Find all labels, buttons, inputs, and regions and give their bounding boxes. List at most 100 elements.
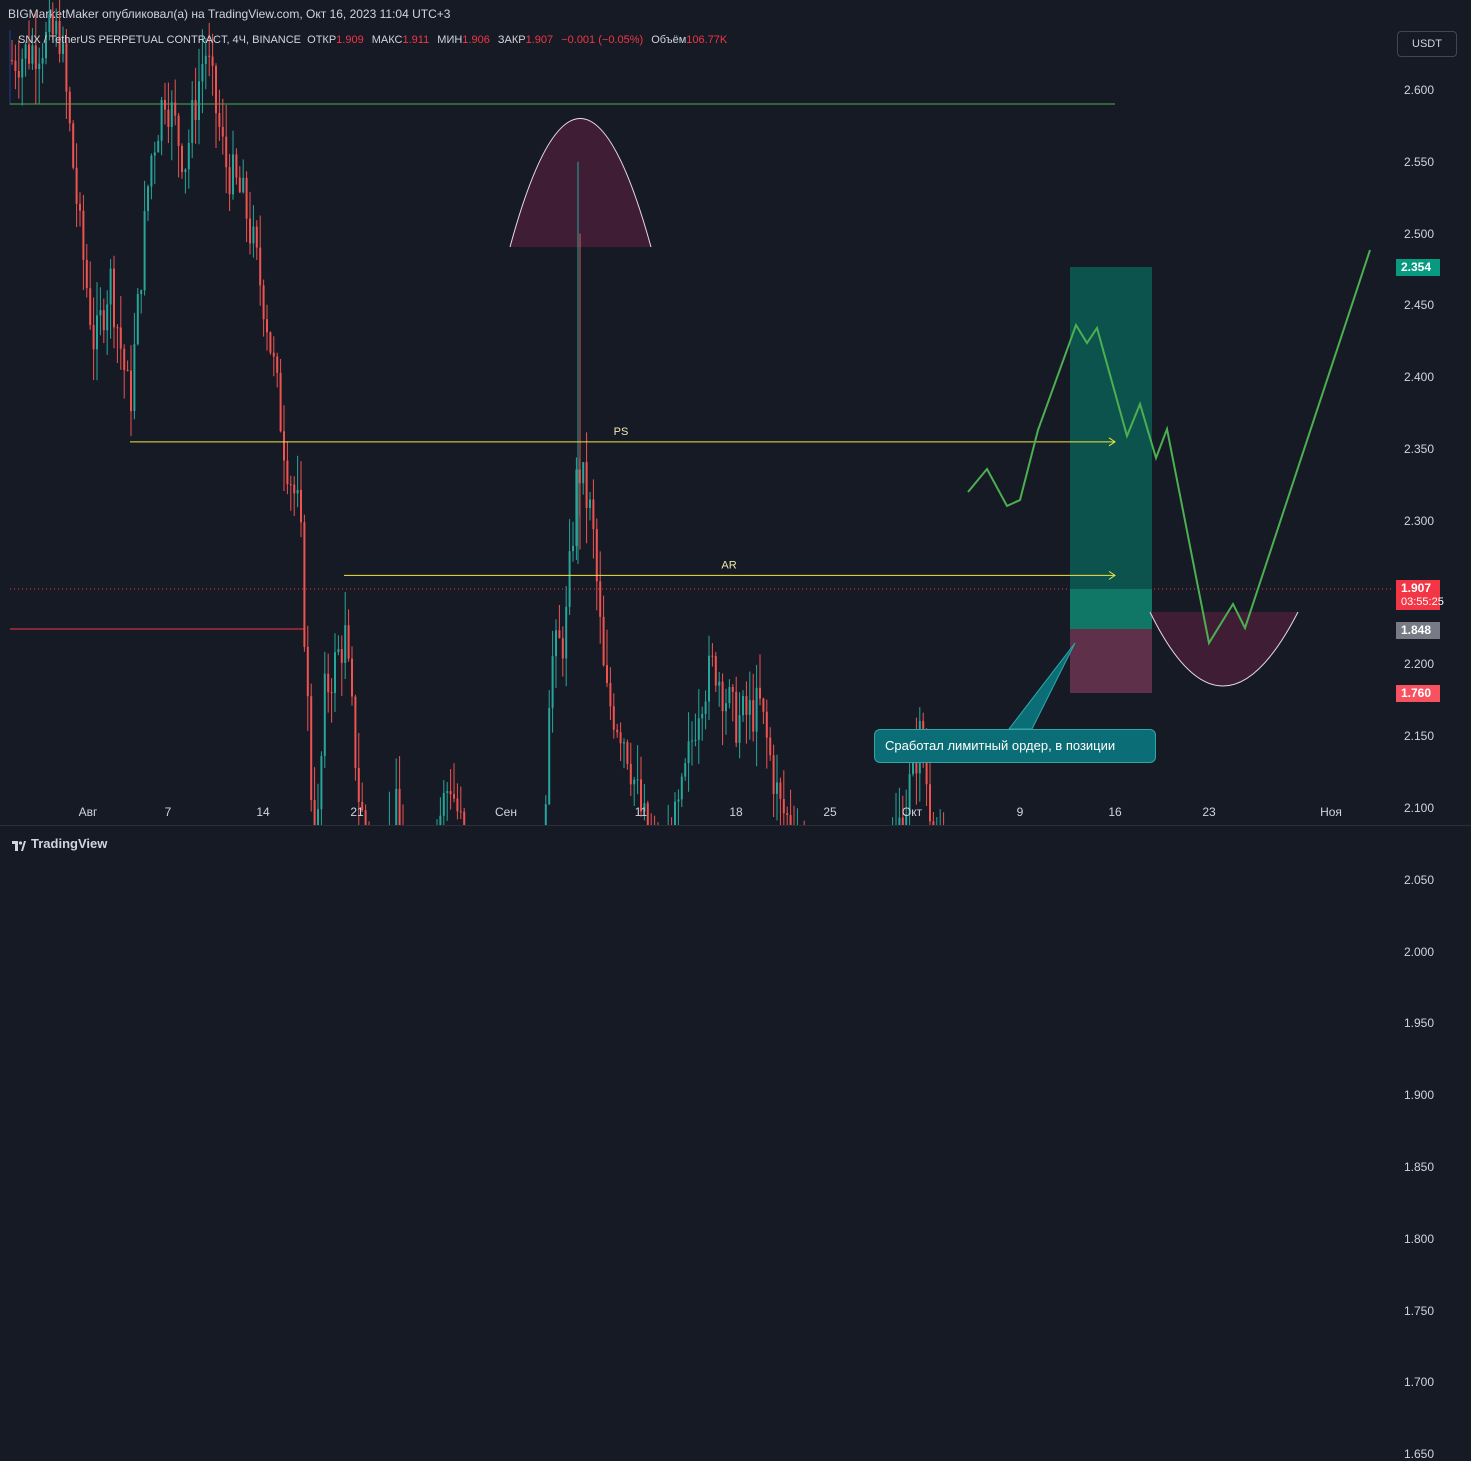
candle-body xyxy=(140,290,143,295)
candle-body xyxy=(14,60,17,71)
callout-note[interactable]: Сработал лимитный ордер, в позиции xyxy=(874,729,1156,763)
candle-body xyxy=(259,247,262,286)
tradingview-logo[interactable]: TradingView xyxy=(12,836,107,851)
candle-body xyxy=(334,652,336,694)
candle-body xyxy=(684,763,687,777)
candle-body xyxy=(177,115,180,146)
time-tick-label: Ноя xyxy=(1320,805,1342,819)
time-axis[interactable] xyxy=(0,800,1391,825)
candle-body xyxy=(694,739,697,741)
candle-body xyxy=(174,102,177,116)
candle-body xyxy=(136,294,139,345)
candle-body xyxy=(51,14,54,35)
candle-body xyxy=(616,729,619,733)
candle-body xyxy=(109,268,112,305)
candle-body xyxy=(242,177,245,193)
candle-body xyxy=(636,779,639,781)
candle-body xyxy=(245,177,248,219)
price-tick-label: 2.050 xyxy=(1404,872,1435,887)
candle-body xyxy=(453,794,455,799)
candle-body xyxy=(446,791,449,793)
candle-body xyxy=(119,327,122,349)
candle-body xyxy=(626,742,629,764)
time-tick-label: 25 xyxy=(823,805,837,819)
price-tick-label: 2.350 xyxy=(1404,442,1435,456)
candle-body xyxy=(147,186,149,212)
profit-zone xyxy=(1070,267,1152,629)
candle-body xyxy=(582,462,585,484)
current-price-value: 1.907 xyxy=(1401,581,1432,595)
candle-body xyxy=(742,696,744,716)
candle-body xyxy=(765,711,768,738)
candle-body xyxy=(82,210,85,260)
candle-body xyxy=(925,759,928,785)
volume-label: Объём xyxy=(651,34,687,46)
candle-body xyxy=(201,63,204,82)
candle-body xyxy=(568,551,571,607)
candle-body xyxy=(687,741,690,764)
price-chart[interactable]: PSARSTSTSC xyxy=(0,0,1471,861)
candle-body xyxy=(55,21,58,35)
current-price-tag: 1.907 03:55:25 xyxy=(1396,580,1444,610)
candle-body xyxy=(99,310,102,316)
candle-body xyxy=(102,310,105,331)
candle-body xyxy=(232,154,234,195)
entry-price-tag: 1.848 xyxy=(1396,622,1440,639)
candle-body xyxy=(303,522,306,647)
candle-body xyxy=(157,140,160,153)
currency-button[interactable]: USDT xyxy=(1397,31,1457,57)
candle-body xyxy=(167,109,170,127)
candle-body xyxy=(337,649,340,653)
candle-body xyxy=(181,145,183,172)
candle-body xyxy=(255,226,258,248)
candle-body xyxy=(164,100,166,110)
close-value: 1.907 xyxy=(525,34,554,46)
candle-body xyxy=(691,740,693,742)
candle-body xyxy=(623,742,625,744)
candle-body xyxy=(75,167,78,204)
time-tick-label: 9 xyxy=(1016,805,1024,819)
candle-body xyxy=(697,718,700,740)
open-label: ОТКР xyxy=(307,34,337,46)
price-tick-label: 1.950 xyxy=(1404,1016,1435,1031)
time-tick-label: Сен xyxy=(495,805,517,819)
candle-body xyxy=(191,100,194,143)
price-tick-label: 2.550 xyxy=(1404,154,1435,169)
candle-body xyxy=(17,71,20,78)
time-tick-label: 14 xyxy=(256,805,270,819)
candle-body xyxy=(306,646,309,697)
price-axis[interactable] xyxy=(1391,28,1471,825)
candle-body xyxy=(48,14,51,32)
candle-body xyxy=(619,732,622,744)
candle-body xyxy=(296,489,299,494)
open-value: 1.909 xyxy=(336,34,364,46)
time-tick-label: 16 xyxy=(1108,805,1122,819)
target-price-tag: 2.354 xyxy=(1396,259,1440,276)
candle-body xyxy=(238,177,241,193)
candle-body xyxy=(198,81,200,120)
price-tick-label: 2.300 xyxy=(1404,513,1435,528)
candle-body xyxy=(606,665,608,683)
change-value: −0.001 (−0.05%) xyxy=(561,34,644,46)
time-tick-label: Окт xyxy=(901,805,923,819)
filled-profit-zone xyxy=(1070,589,1152,629)
candle-body xyxy=(762,698,765,712)
candle-body xyxy=(41,58,44,64)
candle-body xyxy=(745,696,748,715)
price-tick-label: 2.200 xyxy=(1404,657,1435,672)
candle-body xyxy=(279,372,282,432)
candle-body xyxy=(126,370,129,371)
candle-body xyxy=(718,681,721,686)
close-label: ЗАКР xyxy=(497,34,526,46)
candle-body xyxy=(735,691,738,743)
candle-body xyxy=(612,706,615,730)
candle-body xyxy=(262,285,265,320)
candle-body xyxy=(357,768,360,802)
candle-body xyxy=(595,529,598,582)
candle-body xyxy=(133,344,136,412)
candle-body xyxy=(776,782,778,794)
time-tick-label: Авг xyxy=(78,805,98,819)
candle-body xyxy=(347,625,350,659)
candle-body xyxy=(28,44,30,64)
candle-body xyxy=(269,332,272,353)
